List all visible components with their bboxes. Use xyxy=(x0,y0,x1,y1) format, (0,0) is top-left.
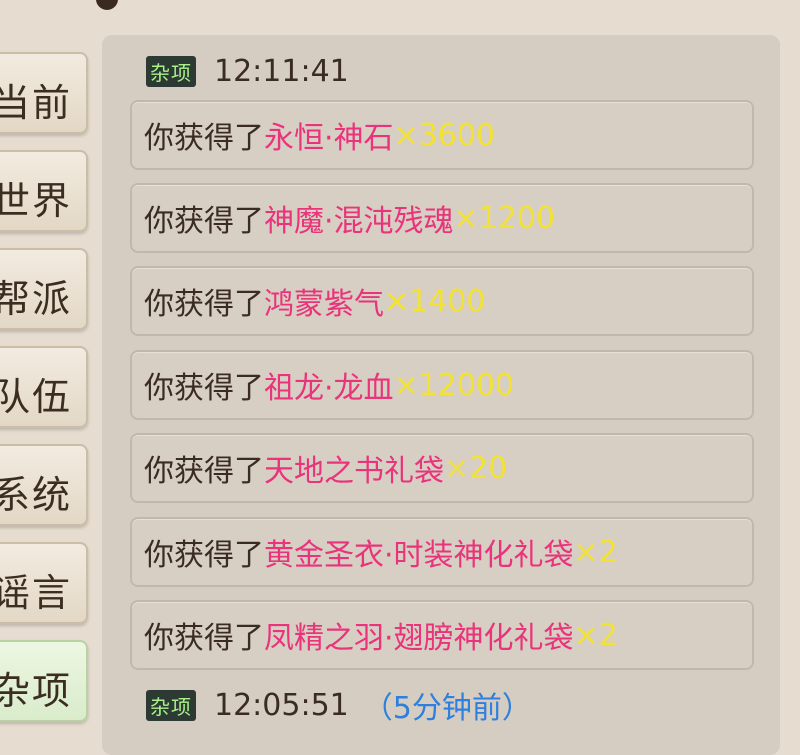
tab-rumor[interactable]: 谣言 xyxy=(0,542,88,624)
tab-label: 谣言 xyxy=(0,571,72,615)
item-name: 鸿蒙紫气 xyxy=(264,287,384,322)
message-row[interactable]: 你获得了 黄金圣衣·时装神化礼袋 ×2 xyxy=(130,517,754,587)
message-row[interactable]: 你获得了 祖龙·龙血 ×12000 xyxy=(130,350,754,420)
timestamp: 12:05:51 xyxy=(214,687,349,723)
item-name: 神魔·混沌残魂 xyxy=(264,204,454,239)
message-prefix: 你获得了 xyxy=(144,204,264,239)
tab-current[interactable]: 当前 xyxy=(0,52,88,134)
tab-label: 当前 xyxy=(0,81,72,125)
message-prefix: 你获得了 xyxy=(144,371,264,406)
message-prefix: 你获得了 xyxy=(144,538,264,573)
message-prefix: 你获得了 xyxy=(144,121,264,156)
item-name: 凤精之羽·翅膀神化礼袋 xyxy=(264,621,574,656)
tab-label: 帮派 xyxy=(0,277,72,321)
tab-system[interactable]: 系统 xyxy=(0,444,88,526)
message-group-header: 杂项 12:11:41 xyxy=(146,50,349,92)
item-quantity: ×1400 xyxy=(384,283,486,319)
tab-guild[interactable]: 帮派 xyxy=(0,248,88,330)
channel-badge: 杂项 xyxy=(146,689,196,721)
tab-label: 系统 xyxy=(0,473,72,517)
message-row[interactable]: 你获得了 天地之书礼袋 ×20 xyxy=(130,433,754,503)
relative-time: （5分钟前） xyxy=(362,691,532,726)
timestamp: 12:11:41 xyxy=(214,53,349,89)
message-prefix: 你获得了 xyxy=(144,621,264,656)
message-row[interactable]: 你获得了 神魔·混沌残魂 ×1200 xyxy=(130,183,754,253)
tab-team[interactable]: 队伍 xyxy=(0,346,88,428)
item-name: 永恒·神石 xyxy=(264,121,394,156)
message-row[interactable]: 你获得了 鸿蒙紫气 ×1400 xyxy=(130,266,754,336)
message-row[interactable]: 你获得了 永恒·神石 ×3600 xyxy=(130,100,754,170)
item-name: 天地之书礼袋 xyxy=(264,454,444,489)
message-prefix: 你获得了 xyxy=(144,454,264,489)
tab-label: 队伍 xyxy=(0,375,72,419)
message-row[interactable]: 你获得了 凤精之羽·翅膀神化礼袋 ×2 xyxy=(130,600,754,670)
top-hint-bar xyxy=(0,0,800,10)
tab-label: 世界 xyxy=(0,179,72,223)
item-quantity: ×12000 xyxy=(393,367,515,403)
item-name: 黄金圣衣·时装神化礼袋 xyxy=(264,538,574,573)
channel-badge: 杂项 xyxy=(146,55,196,87)
item-name: 祖龙·龙血 xyxy=(264,371,394,406)
message-prefix: 你获得了 xyxy=(144,287,264,322)
item-quantity: ×1200 xyxy=(453,200,556,236)
item-quantity: ×2 xyxy=(573,617,618,653)
tab-misc[interactable]: 杂项 xyxy=(0,640,88,722)
tab-world[interactable]: 世界 xyxy=(0,150,88,232)
item-quantity: ×2 xyxy=(573,534,618,570)
tab-label: 杂项 xyxy=(0,669,72,713)
hint-icon xyxy=(96,0,118,10)
item-quantity: ×20 xyxy=(444,450,508,486)
item-quantity: ×3600 xyxy=(393,117,496,153)
message-group-header: 杂项 12:05:51 （5分钟前） xyxy=(146,684,532,726)
